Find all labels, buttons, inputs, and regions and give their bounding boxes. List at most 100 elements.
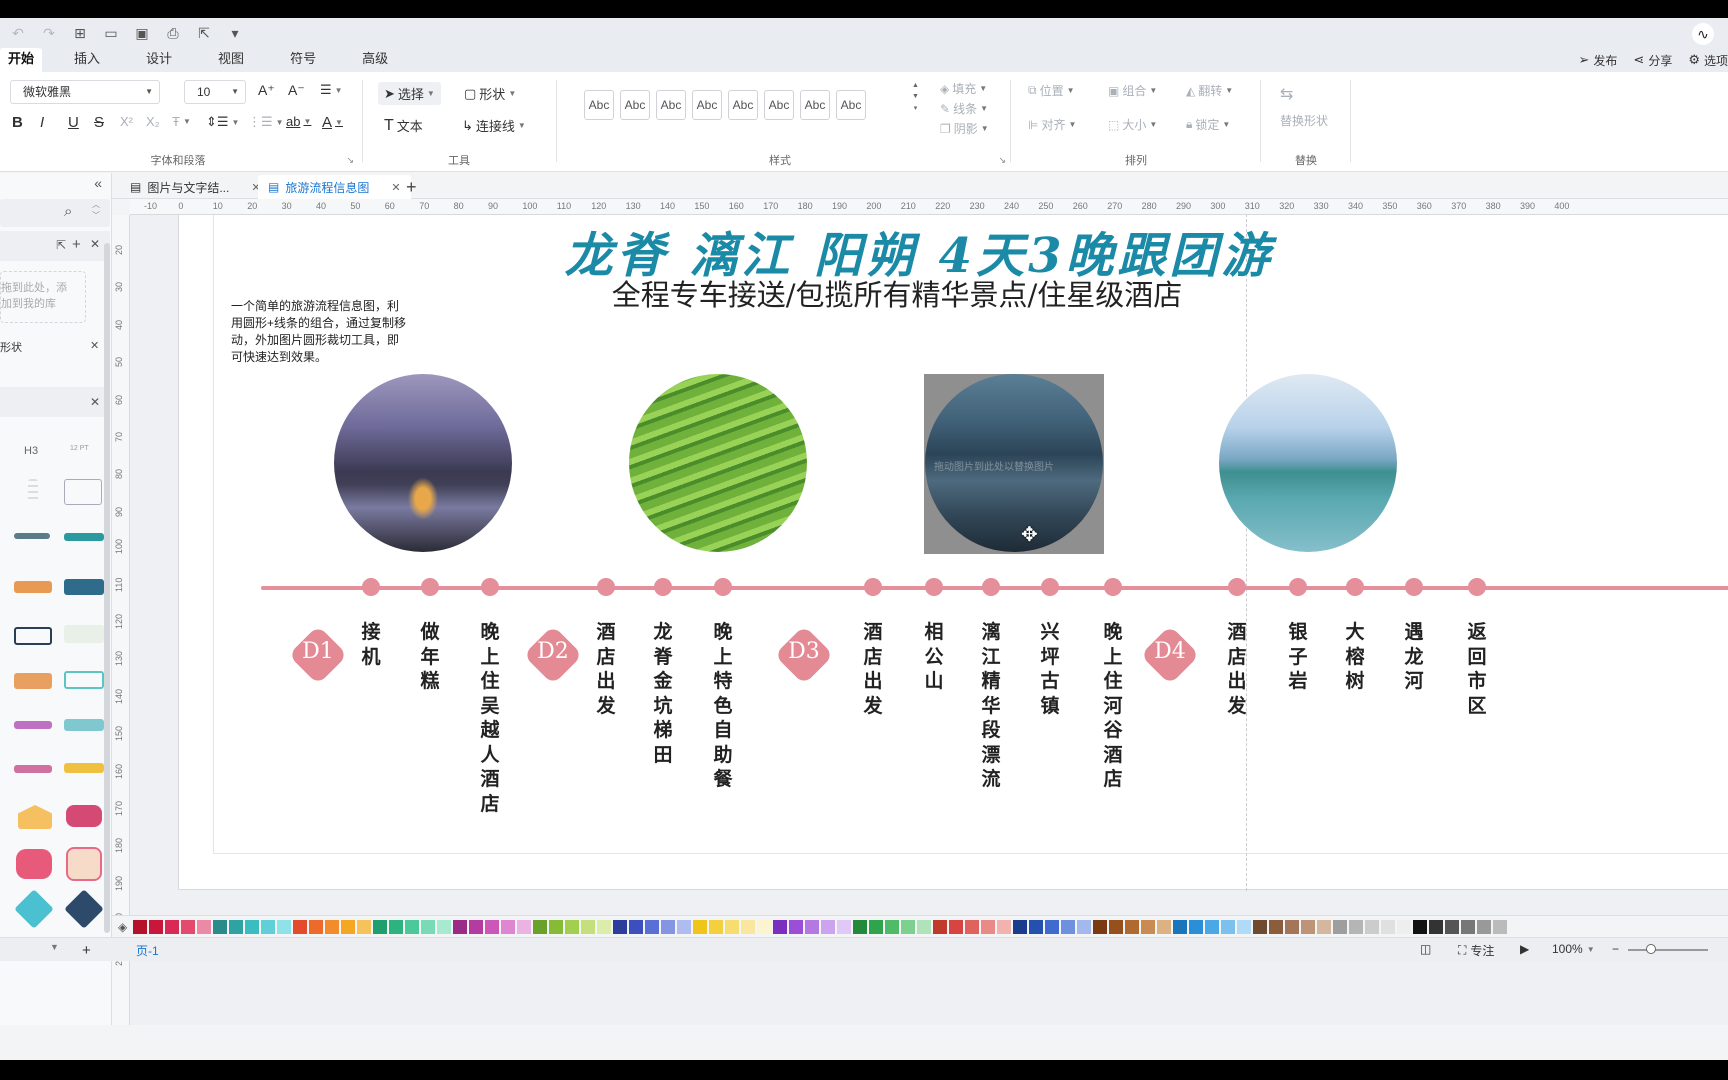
color-swatch[interactable] <box>1013 919 1028 934</box>
collapse-panel-icon[interactable]: « <box>0 175 110 195</box>
menu-home[interactable]: 开始 <box>0 48 43 72</box>
color-swatch[interactable] <box>757 919 772 934</box>
timeline-dot[interactable] <box>1228 578 1246 596</box>
shape-thumbnail[interactable] <box>66 805 102 827</box>
color-swatch[interactable] <box>501 919 516 934</box>
shape-button[interactable]: ▢ 形状 ▼ <box>464 84 516 103</box>
color-swatch[interactable] <box>293 919 308 934</box>
increase-font-icon[interactable]: A⁺ <box>258 82 275 99</box>
print-icon[interactable]: ⎙ <box>163 23 183 43</box>
focus-button[interactable]: ⛶ 专注 <box>1458 942 1494 959</box>
connector-button[interactable]: ↳ 连接线 ▼ <box>462 116 526 135</box>
timeline-dot[interactable] <box>362 578 380 596</box>
color-swatch[interactable] <box>613 919 628 934</box>
shapes-section[interactable]: 形状 ✕ <box>0 339 110 361</box>
color-swatch[interactable] <box>565 919 580 934</box>
stop-label[interactable]: 兴坪古镇 <box>1037 620 1063 718</box>
color-swatch[interactable] <box>469 919 484 934</box>
color-swatch[interactable] <box>933 919 948 934</box>
fill-button[interactable]: ◈ 填充 ▼ <box>940 80 987 97</box>
style-swatch[interactable]: Abc <box>728 90 758 120</box>
style-swatch[interactable]: Abc <box>620 90 650 120</box>
color-swatch[interactable] <box>1157 919 1172 934</box>
font-color-icon[interactable]: A ▼ <box>322 114 343 131</box>
line-spacing-icon[interactable]: ⇕☰ ▼ <box>206 114 239 130</box>
color-swatch[interactable] <box>229 919 244 934</box>
color-swatch[interactable] <box>213 919 228 934</box>
add-page-button[interactable]: + <box>82 942 91 959</box>
timeline-dot[interactable] <box>714 578 732 596</box>
menu-insert[interactable]: 插入 <box>60 48 114 72</box>
color-swatch[interactable] <box>581 919 596 934</box>
timeline-dot[interactable] <box>1405 578 1423 596</box>
shape-thumbnail[interactable] <box>64 719 104 731</box>
photo-rice-terraces[interactable] <box>629 374 807 552</box>
options-button[interactable]: ⚙ 选项 <box>1688 52 1728 69</box>
style-swatch[interactable]: Abc <box>656 90 686 120</box>
diagram-subtitle[interactable]: 全程专车接送/包揽所有精华景点/住星级酒店 <box>497 272 1297 314</box>
stop-label[interactable]: 龙脊金坑梯田 <box>650 620 676 767</box>
zoom-slider[interactable] <box>1628 949 1708 951</box>
stop-label[interactable]: 漓江精华段漂流 <box>978 620 1004 792</box>
timeline-dot[interactable] <box>864 578 882 596</box>
color-swatch[interactable] <box>1029 919 1044 934</box>
color-swatch[interactable] <box>261 919 276 934</box>
color-swatch[interactable] <box>1125 919 1140 934</box>
color-swatch[interactable] <box>1493 919 1508 934</box>
fill-bucket-icon[interactable]: ◈ <box>118 920 127 934</box>
timeline-dot[interactable] <box>597 578 615 596</box>
stop-label[interactable]: 银子岩 <box>1285 620 1311 694</box>
italic-icon[interactable]: I <box>40 114 44 131</box>
shape-thumbnail[interactable] <box>14 627 52 645</box>
zoom-select[interactable]: 100% ▼ <box>1552 942 1595 956</box>
color-swatch[interactable] <box>453 919 468 934</box>
style-swatch[interactable]: Abc <box>584 90 614 120</box>
stop-label[interactable]: 酒店出发 <box>1224 620 1250 718</box>
stop-label[interactable]: 酒店出发 <box>860 620 886 718</box>
stop-label[interactable]: 相公山 <box>921 620 947 694</box>
shape-thumbnail[interactable] <box>64 479 102 505</box>
stop-label[interactable]: 返回市区 <box>1464 620 1490 718</box>
timeline-dot[interactable] <box>654 578 672 596</box>
size-button[interactable]: ⬚ 大小 ▼ <box>1108 116 1157 133</box>
decrease-font-icon[interactable]: A⁻ <box>288 82 305 99</box>
color-swatch[interactable] <box>645 919 660 934</box>
style-swatch[interactable]: Abc <box>800 90 830 120</box>
spin-icon[interactable]: ︿ ﹀ <box>92 199 100 221</box>
color-swatch[interactable] <box>1093 919 1108 934</box>
page-menu-icon[interactable]: ▼ <box>50 942 59 952</box>
shape-thumbnail[interactable] <box>64 533 104 541</box>
color-swatch[interactable] <box>1237 919 1252 934</box>
close-icon[interactable]: ✕ <box>90 339 99 352</box>
export-icon[interactable]: ⇱ <box>56 238 66 252</box>
share-button[interactable]: ⋖ 分享 <box>1633 52 1672 69</box>
color-swatch[interactable] <box>1333 919 1348 934</box>
text-button[interactable]: T 文本 <box>384 116 423 135</box>
shape-thumbnail[interactable] <box>14 765 52 773</box>
color-swatch[interactable] <box>341 919 356 934</box>
add-icon[interactable]: + <box>72 236 81 253</box>
color-swatch[interactable] <box>1045 919 1060 934</box>
color-swatch[interactable] <box>677 919 692 934</box>
line-button[interactable]: ✎ 线条 ▼ <box>940 100 988 117</box>
menu-advanced[interactable]: 高级 <box>348 48 402 72</box>
color-swatch[interactable] <box>773 919 788 934</box>
add-tab-button[interactable]: + <box>396 175 427 199</box>
color-swatch[interactable] <box>133 919 148 934</box>
color-swatch[interactable] <box>357 919 372 934</box>
timeline-dot[interactable] <box>1346 578 1364 596</box>
stop-label[interactable]: 遇龙河 <box>1401 620 1427 694</box>
shape-thumbnail[interactable] <box>66 847 102 881</box>
timeline-dot[interactable] <box>1041 578 1059 596</box>
position-button[interactable]: ⧉ 位置 ▼ <box>1028 82 1075 99</box>
color-swatch[interactable] <box>1269 919 1284 934</box>
new-file-icon[interactable]: ⊞ <box>70 23 90 43</box>
timeline-dot[interactable] <box>982 578 1000 596</box>
library-search-input[interactable]: ⌕ ︿ ﹀ <box>0 199 110 227</box>
timeline-dot[interactable] <box>1104 578 1122 596</box>
color-swatch[interactable] <box>1285 919 1300 934</box>
color-swatch[interactable] <box>405 919 420 934</box>
timeline-dot[interactable] <box>1289 578 1307 596</box>
highlight-icon[interactable]: ab ▼ <box>286 114 311 129</box>
color-swatch[interactable] <box>917 919 932 934</box>
